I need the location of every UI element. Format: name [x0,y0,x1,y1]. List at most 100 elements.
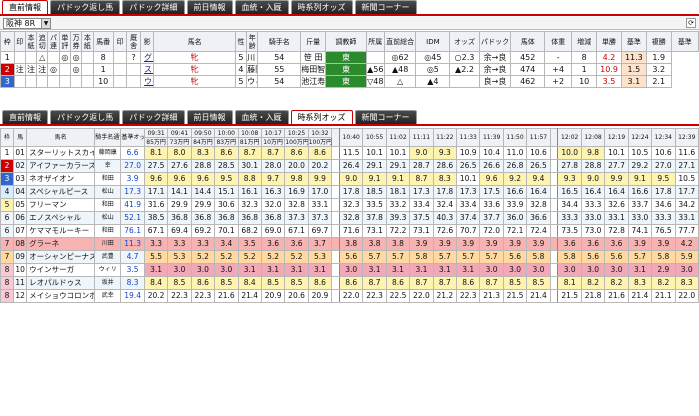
entry-row[interactable]: 310ウインサーガ牝5ウィリ[替]54池江寿東▽48△▲4良→良462+2103… [0,75,699,88]
odds-row[interactable]: 3 03 ネオザイオン 和田 3.9 9.6 9.6 9.6 9.5 8.8 9.7 9.8 9.9 9.… [0,172,699,186]
time-b-4[interactable]: 11:22 [432,128,458,147]
tab-2[interactable]: パドック詳細 [122,110,185,124]
time-b-1[interactable]: 10:55 [362,128,387,147]
col-header-20[interactable]: IDM [415,31,451,52]
horse-name[interactable]: レオパルドゥス [26,276,96,290]
odds-row[interactable]: 8 10 ウインサーガ ウィリ 3.5 3.1 3.0 3.0 3.0 3.1 3.1 3.1 3.1 3… [0,263,699,277]
tab-5[interactable]: 時系列オッズ [290,110,353,124]
time-a-7[interactable]: 10:32 [307,128,333,138]
time-a-1[interactable]: 09:41 [167,128,192,138]
horse-name[interactable]: ウインサーガ [26,263,96,277]
col-header-0[interactable]: 枠 [0,31,15,52]
name-cell[interactable]: スターリットスカイ [139,63,155,76]
col-header-1[interactable]: 印 [13,31,26,52]
col-header-26[interactable]: 単勝 [596,31,622,52]
col-header-2[interactable]: 本紙 [24,31,38,52]
odds-row[interactable]: 8 12 メイショウコロンボ 武幸 19.4 20.2 22.3 22.3 21.6 21.4 20… [0,289,699,303]
tab-4[interactable]: 血統・入厩 [234,110,289,124]
horse-name[interactable]: スペシャルピース [26,185,96,199]
time-b-2[interactable]: 11:02 [385,128,411,147]
name-cell[interactable]: ウインサーガ [139,75,155,88]
time-a-0[interactable]: 09:31 [143,128,169,138]
col-header-15[interactable]: 騎手名 [257,31,302,52]
col-header-3[interactable]: 追切 [36,31,49,52]
odds-col-ban[interactable]: 馬 [13,128,28,147]
horse-name[interactable]: オーシャンピーナス [26,250,96,264]
col-header-7[interactable]: 本紙 [81,31,94,52]
horse-name[interactable]: アイファーカラーズ [26,159,96,173]
tab-5[interactable]: 時系列オッズ [290,0,353,14]
time-a-3[interactable]: 10:00 [214,128,239,138]
tab-1[interactable]: パドック返し馬 [50,0,121,14]
horse-name[interactable]: エノスペシャル [26,211,96,225]
tab-2[interactable]: パドック詳細 [122,0,185,14]
time-b-8[interactable]: 11:57 [526,128,551,147]
time-a-5[interactable]: 10:17 [260,128,286,138]
col-header-23[interactable]: 馬体 [510,31,546,52]
time-a-6[interactable]: 10:25 [284,128,309,138]
odds-col-base[interactable]: 基準オッズ [120,128,145,147]
col-header-21[interactable]: オッズ [449,31,480,52]
odds-row[interactable]: 7 09 オーシャンピーナス 武豊 4.7 5.5 5.3 5.2 5.2 5.2 5.2 5.2 5.… [0,250,699,264]
col-header-29[interactable]: 基準 [670,31,699,52]
col-header-25[interactable]: 増減 [571,31,598,52]
tab-6[interactable]: 新聞コーナー [354,0,417,14]
entry-row[interactable]: 1 △ ◎◎ 8?グラーネ牝5川 田[替]54笹 田東 ◎62◎45○2.3余→良452… [0,51,699,64]
time-c-1[interactable]: 12:08 [580,128,606,147]
odds-row[interactable]: 4 04 スペシャルピース 松山 17.3 17.1 14.1 14.4 15.1 16.1 16.… [0,185,699,199]
refresh-icon[interactable]: ⟳ [686,18,696,28]
tab-4[interactable]: 血統・入厩 [234,0,289,14]
odds-row[interactable]: 2 02 アイファーカラーズ幸 27.0 27.5 27.6 28.8 28.5 30.1 28.… [0,159,699,173]
tab-0[interactable]: 直前情報 [2,110,48,124]
odds-row[interactable]: 1 01 スターリットスカイ 藤岡康 6.6 8.1 8.0 8.3 8.6 8.7 8.7 8.6 8… [0,146,699,160]
odds-row[interactable]: 8 11 レオパルドゥス 坂井 8.3 8.4 8.5 8.6 8.5 8.4 8.5 8.5 8.6 8… [0,276,699,290]
time-c-3[interactable]: 12:24 [627,128,653,147]
horse-name[interactable]: スターリットスカイ [26,146,96,160]
time-b-0[interactable]: 10:40 [338,128,364,147]
time-b-3[interactable]: 11:11 [409,128,434,147]
col-header-8[interactable]: 馬番 [92,31,114,52]
time-a-2[interactable]: 09:50 [190,128,216,138]
col-header-17[interactable]: 調教師 [325,31,367,52]
odds-col-jock[interactable]: 騎手名通常bet [94,128,122,147]
col-header-27[interactable]: 基準 [620,31,647,52]
entry-row[interactable]: 2注注注◎◎1スターリットスカイ牝4藤岡康55梅田智東▲56▲48◎5▲2.2余… [0,63,699,76]
tab-3[interactable]: 前日情報 [186,110,233,124]
col-header-5[interactable]: 単評 [58,31,71,52]
race-select[interactable]: 阪神 8R ▼ [3,18,51,29]
horse-name[interactable]: ケママモルーキー [26,224,96,238]
time-b-5[interactable]: 11:33 [456,128,481,147]
col-header-6[interactable]: 万券 [69,31,83,52]
time-c-5[interactable]: 12:39 [674,128,699,147]
horse-name[interactable]: メイショウコロンボ [26,289,96,303]
time-a-4[interactable]: 10:08 [237,128,262,138]
tab-0[interactable]: 直前情報 [2,0,48,14]
odds-row[interactable]: 6 07 ケママモルーキー 和田 76.1 67.1 69.4 69.2 70.1 68.2 69.… [0,224,699,238]
odds-row[interactable]: 6 06 エノスペシャル 松山 52.1 38.5 36.8 36.8 36.8 36.8 36.8… [0,211,699,225]
col-header-10[interactable]: 厩舎 [126,31,141,52]
time-c-2[interactable]: 12:19 [604,128,629,147]
col-header-24[interactable]: 体重 [544,31,573,52]
odds-col-waku[interactable]: 枠 [0,128,15,147]
col-header-19[interactable]: 直前総合 [383,31,417,52]
time-b-6[interactable]: 11:39 [479,128,504,147]
col-header-18[interactable]: 所属 [365,31,385,52]
time-c-4[interactable]: 12:34 [651,128,676,147]
odds-row[interactable]: 7 08 グラーネ 川田 11.3 3.3 3.3 3.3 3.4 3.5 3.6 3.6 3.7 3.8… [0,237,699,251]
col-header-28[interactable]: 複勝 [645,31,672,52]
odds-col-name[interactable]: 馬名 [26,128,96,147]
col-header-9[interactable]: 印 [112,31,128,52]
col-header-11[interactable]: 影 [139,31,155,52]
col-header-16[interactable]: 斤量 [300,31,327,52]
col-header-12[interactable]: 馬名 [153,31,236,52]
col-header-13[interactable]: 性 [234,31,248,52]
horse-name[interactable]: ネオザイオン [26,172,96,186]
horse-name[interactable]: グラーネ [26,237,96,251]
col-header-4[interactable]: パ連 [47,31,60,52]
name-cell[interactable]: グラーネ [139,51,155,64]
odds-row[interactable]: 5 05 フリーマン 和田 41.9 31.6 29.9 29.9 30.6 32.3 32.0 32… [0,198,699,212]
col-header-22[interactable]: パドック [478,31,512,52]
time-b-7[interactable]: 11:50 [502,128,528,147]
horse-name[interactable]: フリーマン [26,198,96,212]
time-c-0[interactable]: 12:02 [557,128,582,147]
